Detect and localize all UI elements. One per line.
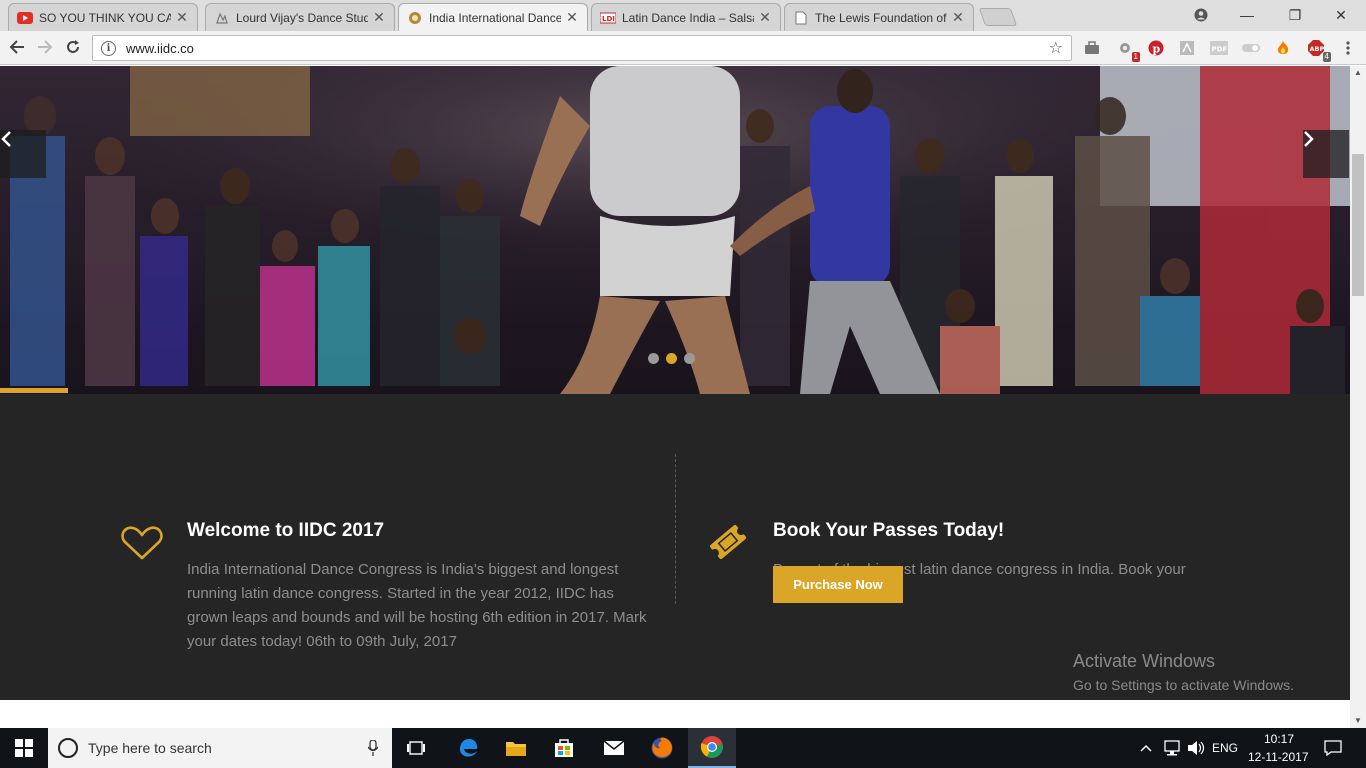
microphone-icon[interactable]	[367, 739, 379, 759]
url-text: www.iidc.co	[126, 40, 194, 56]
svg-text:ABP: ABP	[1310, 45, 1325, 53]
mail-icon[interactable]	[592, 728, 636, 768]
windows-taskbar: Type here to search ENG 10:17 12-11-2017	[0, 728, 1366, 768]
profile-icon[interactable]	[1178, 0, 1224, 30]
firefox-icon[interactable]	[640, 728, 684, 768]
forward-button[interactable]	[34, 36, 56, 58]
extension-badge: 4	[1322, 52, 1331, 62]
store-icon[interactable]	[542, 728, 586, 768]
ticket-icon	[707, 522, 749, 567]
tab-title: Lourd Vijay's Dance Stud	[236, 10, 368, 25]
tab-lewis-foundation[interactable]: The Lewis Foundation of ✕	[784, 3, 974, 31]
windows-logo-icon	[15, 739, 33, 757]
volume-icon[interactable]	[1184, 728, 1208, 768]
info-icon[interactable]: i	[101, 40, 116, 56]
purchase-now-button[interactable]: Purchase Now	[773, 566, 903, 603]
tab-lourd-vijay[interactable]: Lourd Vijay's Dance Stud ✕	[205, 3, 395, 31]
back-button[interactable]	[6, 36, 28, 58]
pdf-icon[interactable]: PDF	[1209, 38, 1229, 58]
edge-icon[interactable]	[446, 728, 490, 768]
welcome-title: Welcome to IIDC 2017	[187, 520, 385, 541]
tab-strip: SO YOU THINK YOU CAN ✕ Lourd Vijay's Dan…	[0, 0, 1366, 31]
page-scrollbar[interactable]: ▲ ▼	[1350, 66, 1366, 728]
passes-title: Book Your Passes Today!	[773, 520, 1005, 541]
svg-text:PDF: PDF	[1212, 46, 1228, 54]
gear-extension-icon[interactable]: 1	[1115, 38, 1140, 62]
browser-toolbar: i www.iidc.co ☆ 1 p PDF ABP 4	[0, 31, 1366, 65]
network-icon[interactable]	[1160, 728, 1184, 768]
extension-badge: 1	[1131, 52, 1140, 62]
scroll-down-arrow-icon[interactable]: ▼	[1350, 714, 1366, 728]
page-viewport: Welcome to IIDC 2017 India International…	[0, 66, 1350, 728]
next-section	[0, 700, 1350, 728]
tab-title: SO YOU THINK YOU CAN	[39, 10, 171, 25]
welcome-text: India International Dance Congress is In…	[187, 561, 647, 650]
cortana-icon	[58, 738, 78, 758]
page-icon	[214, 10, 230, 26]
close-tab-icon[interactable]: ✕	[758, 9, 772, 26]
close-tab-icon[interactable]: ✕	[175, 9, 189, 26]
slider-prev-button[interactable]	[0, 130, 46, 178]
minimize-button[interactable]: —	[1224, 0, 1270, 30]
doc-icon	[793, 10, 809, 26]
fire-extension-icon[interactable]	[1273, 38, 1293, 58]
hero-slider	[0, 66, 1350, 394]
show-hidden-icons-icon[interactable]	[1136, 728, 1156, 768]
toggle-extension-icon[interactable]	[1241, 38, 1261, 58]
restore-button[interactable]: ❐	[1272, 0, 1318, 30]
hero-photo	[0, 66, 1350, 394]
slider-dot-2[interactable]	[666, 353, 677, 364]
youtube-icon	[17, 10, 33, 26]
search-placeholder: Type here to search	[88, 740, 212, 756]
file-explorer-icon[interactable]	[494, 728, 538, 768]
taskbar-search-box[interactable]: Type here to search	[48, 728, 392, 768]
tab-iidc[interactable]: India International Dance ✕	[398, 3, 588, 31]
column-divider	[675, 454, 676, 604]
scroll-up-arrow-icon[interactable]: ▲	[1350, 66, 1366, 80]
briefcase-extension-icon[interactable]	[1082, 38, 1102, 58]
svg-text:LDI: LDI	[602, 15, 615, 23]
new-tab-button[interactable]	[978, 8, 1018, 26]
close-tab-icon[interactable]: ✕	[565, 9, 579, 26]
close-window-button[interactable]: ✕	[1318, 0, 1364, 30]
slider-dot-3[interactable]	[684, 353, 695, 364]
acrobat-icon[interactable]	[1177, 38, 1197, 58]
chrome-taskbar-icon[interactable]	[688, 728, 736, 768]
tab-title: The Lewis Foundation of	[815, 10, 947, 25]
clock-date[interactable]: 12-11-2017	[1248, 750, 1309, 764]
action-center-icon[interactable]	[1316, 728, 1350, 768]
slide-progress-bar	[0, 388, 68, 393]
slider-next-button[interactable]	[1303, 130, 1349, 178]
close-tab-icon[interactable]: ✕	[372, 9, 386, 26]
tab-latin-dance-india[interactable]: LDI Latin Dance India – Salsa ✕	[591, 3, 781, 31]
activate-windows-subtitle: Go to Settings to activate Windows.	[1073, 677, 1294, 693]
slider-dot-1[interactable]	[648, 353, 659, 364]
tab-title: Latin Dance India – Salsa	[622, 10, 754, 25]
task-view-icon[interactable]	[396, 728, 436, 768]
heart-icon	[121, 525, 163, 566]
tab-title: India International Dance	[429, 10, 561, 25]
language-indicator[interactable]: ENG	[1212, 741, 1238, 755]
iidc-icon	[407, 10, 423, 26]
reload-button[interactable]	[62, 36, 84, 58]
scrollbar-thumb[interactable]	[1352, 154, 1364, 296]
close-tab-icon[interactable]: ✕	[951, 9, 965, 26]
start-button[interactable]	[0, 728, 48, 768]
ldi-icon: LDI	[600, 10, 616, 26]
pinterest-icon[interactable]: p	[1146, 38, 1166, 58]
adblock-plus-icon[interactable]: ABP 4	[1306, 38, 1331, 62]
clock-time[interactable]: 10:17	[1264, 732, 1294, 746]
slider-pagination	[648, 353, 695, 364]
svg-text:p: p	[1153, 43, 1161, 56]
activate-windows-title: Activate Windows	[1073, 651, 1216, 671]
chrome-menu-icon[interactable]	[1338, 38, 1358, 58]
tab-youtube[interactable]: SO YOU THINK YOU CAN ✕	[8, 3, 198, 31]
bookmark-star-icon[interactable]: ☆	[1049, 38, 1063, 58]
address-bar[interactable]: i www.iidc.co ☆	[92, 35, 1072, 61]
